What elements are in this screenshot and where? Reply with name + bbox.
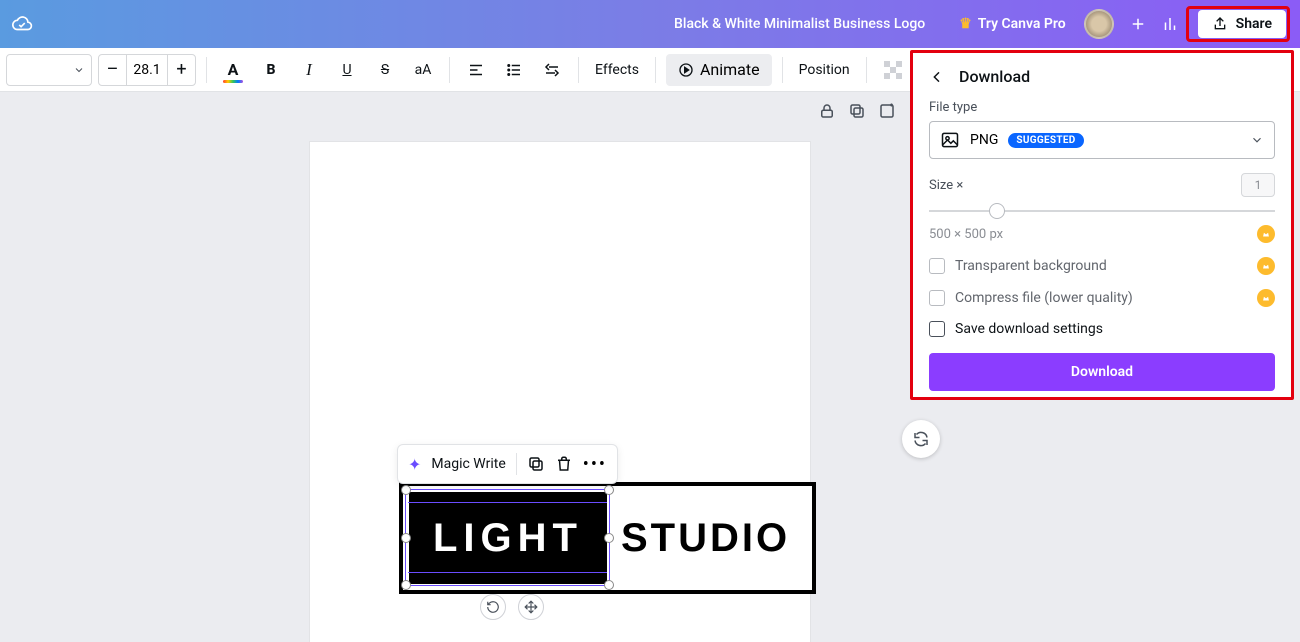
element-mini-toolbar: ✦ Magic Write ••• [397, 444, 618, 484]
document-title[interactable]: Black & White Minimalist Business Logo [674, 16, 925, 32]
add-button[interactable] [1122, 8, 1154, 40]
resize-handle[interactable] [401, 485, 411, 495]
transparent-bg-checkbox[interactable] [929, 258, 945, 274]
insights-icon[interactable] [1154, 8, 1186, 40]
animate-button[interactable]: Animate [666, 54, 772, 86]
download-panel: Download File type PNG SUGGESTED Size × … [910, 50, 1294, 400]
font-size-plus[interactable]: + [167, 55, 195, 85]
selection-box [405, 489, 610, 586]
download-button[interactable]: Download [929, 353, 1275, 391]
font-family-select[interactable] [6, 54, 92, 86]
file-type-value: PNG [970, 132, 998, 148]
font-size-value[interactable]: 28.1 [127, 62, 167, 78]
position-button[interactable]: Position [793, 54, 856, 86]
size-multiplier-input[interactable]: 1 [1241, 173, 1275, 197]
resize-handle[interactable] [604, 533, 614, 543]
more-icon[interactable]: ••• [583, 454, 607, 475]
text-case-button[interactable]: aA [407, 54, 439, 86]
duplicate-page-icon[interactable] [848, 102, 866, 120]
save-settings-label: Save download settings [955, 321, 1103, 337]
move-button[interactable] [518, 594, 544, 620]
add-page-icon[interactable] [878, 102, 896, 120]
image-icon [940, 130, 960, 150]
font-size-stepper: – 28.1 + [98, 54, 196, 86]
save-settings-checkbox[interactable] [929, 321, 945, 337]
transparent-bg-label: Transparent background [955, 258, 1107, 274]
align-button[interactable] [460, 54, 492, 86]
resize-handle[interactable] [401, 533, 411, 543]
underline-button[interactable]: U [331, 54, 363, 86]
file-type-label: File type [929, 100, 1275, 115]
compress-checkbox[interactable] [929, 290, 945, 306]
panel-title: Download [959, 67, 1030, 86]
page-tools [818, 102, 896, 120]
share-button[interactable]: Share [1198, 10, 1286, 38]
file-type-select[interactable]: PNG SUGGESTED [929, 121, 1275, 159]
chevron-down-icon [1250, 133, 1264, 147]
back-icon[interactable] [929, 69, 945, 85]
magic-write-button[interactable]: Magic Write [431, 456, 505, 472]
refresh-button[interactable] [902, 420, 940, 458]
sparkle-icon: ✦ [408, 455, 421, 474]
trash-icon[interactable] [555, 455, 573, 473]
cloud-save-icon[interactable] [10, 12, 34, 36]
try-pro-button[interactable]: ♛ Try Canva Pro [949, 10, 1075, 38]
pro-badge-icon [1257, 257, 1275, 275]
bold-button[interactable]: B [255, 54, 287, 86]
canvas-area: LIGHT STUDIO ✦ Magic Write ••• [0, 92, 910, 582]
play-icon [678, 62, 694, 78]
size-label: Size × [929, 178, 963, 193]
top-bar: Black & White Minimalist Business Logo ♛… [0, 0, 1300, 48]
effects-button[interactable]: Effects [589, 54, 645, 86]
suggested-badge: SUGGESTED [1008, 133, 1083, 148]
crown-icon: ♛ [959, 16, 972, 32]
spacing-button[interactable] [536, 54, 568, 86]
rotate-button[interactable] [480, 594, 506, 620]
pro-badge-icon [1257, 225, 1275, 243]
compress-label: Compress file (lower quality) [955, 290, 1133, 306]
upload-icon [1212, 16, 1228, 32]
italic-button[interactable]: I [293, 54, 325, 86]
pro-badge-icon [1257, 289, 1275, 307]
duplicate-icon[interactable] [527, 455, 545, 473]
chevron-down-icon [73, 64, 85, 76]
try-pro-label: Try Canva Pro [978, 16, 1066, 32]
logo-right-text: STUDIO [621, 516, 790, 561]
font-size-minus[interactable]: – [99, 55, 127, 85]
dimensions-label: 500 × 500 px [929, 227, 1003, 242]
slider-thumb[interactable] [989, 203, 1005, 219]
share-button-highlight: Share [1186, 6, 1290, 42]
animate-label: Animate [700, 60, 760, 79]
canvas-floating-controls [480, 594, 544, 620]
strikethrough-button[interactable]: S [369, 54, 401, 86]
transparency-button[interactable] [877, 54, 909, 86]
size-slider[interactable] [929, 201, 1275, 221]
avatar[interactable] [1084, 9, 1114, 39]
resize-handle[interactable] [604, 485, 614, 495]
page-lock-icon[interactable] [818, 102, 836, 120]
list-button[interactable] [498, 54, 530, 86]
text-color-button[interactable]: A [217, 54, 249, 86]
share-label: Share [1236, 16, 1272, 32]
